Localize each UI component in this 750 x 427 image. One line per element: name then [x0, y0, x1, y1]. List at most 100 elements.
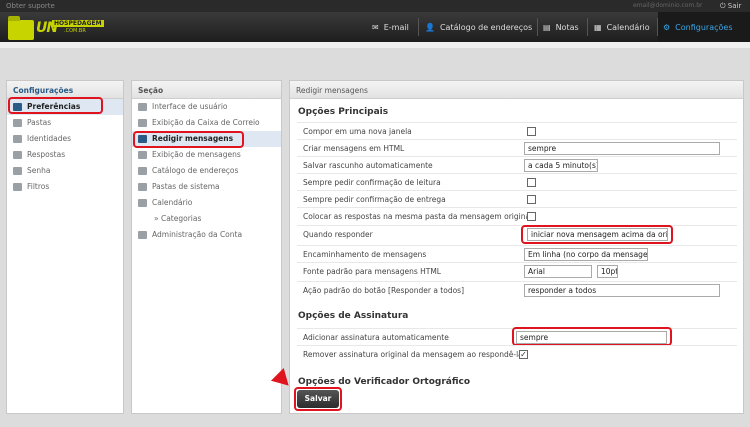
row-label: Quando responder: [303, 230, 373, 239]
section-item-account-admin[interactable]: Administração da Conta: [132, 227, 281, 243]
highlight-reply-mode: [521, 225, 673, 244]
nav-notes[interactable]: ▤ Notas: [543, 12, 579, 42]
nav-email[interactable]: ✉ E-mail: [372, 12, 409, 42]
row-label: Ação padrão do botão [Responder a todos]: [303, 286, 465, 295]
section-item-label: Calendário: [152, 198, 193, 207]
logo[interactable]: UN HOSPEDAGEM .COM.BR: [6, 14, 104, 42]
content-title: Redigir mensagens: [290, 81, 743, 99]
nav-address-book[interactable]: 👤 Catálogo de endereços: [425, 12, 532, 42]
highlight-preferences: [8, 97, 103, 114]
row-forwarding: Encaminhamento de mensagens Em linha (no…: [297, 245, 737, 262]
filter-icon: [13, 183, 22, 191]
reply-same-folder-checkbox[interactable]: [527, 212, 536, 221]
section-item-addressbook[interactable]: Catálogo de endereços: [132, 163, 281, 179]
config-panel: Configurações Preferências Pastas Identi…: [6, 80, 124, 414]
row-delivery-receipt: Sempre pedir confirmação de entrega: [297, 190, 737, 207]
key-icon: [13, 167, 22, 175]
row-autosave: Salvar rascunho automaticamente a cada 5…: [297, 156, 737, 173]
config-item-folders[interactable]: Pastas: [7, 115, 123, 131]
section-item-label: Administração da Conta: [152, 230, 243, 239]
section-item-label: Interface de usuário: [152, 102, 228, 111]
section-item-label: Catálogo de endereços: [152, 166, 239, 175]
main-options-title: Opções Principais: [298, 107, 389, 117]
logout-link[interactable]: ⏻ Sair: [720, 2, 741, 11]
signature-options-title: Opções de Assinatura: [298, 311, 409, 321]
envelope-icon: ✉: [372, 22, 379, 32]
font-family-select[interactable]: Arial: [524, 265, 592, 278]
nav-calendar-label: Calendário: [606, 22, 650, 32]
identity-icon: [13, 135, 22, 143]
person-icon: 👤: [425, 22, 435, 32]
section-item-label: Pastas de sistema: [152, 182, 220, 191]
row-html-compose: Criar mensagens em HTML sempre: [297, 139, 737, 156]
nav-address-book-label: Catálogo de endereços: [439, 22, 533, 32]
row-label: Sempre pedir confirmação de leitura: [303, 178, 441, 187]
document-icon: [13, 151, 22, 159]
header-subbar: [0, 42, 750, 48]
section-item-label: Exibição da Caixa de Correio: [152, 118, 260, 127]
row-compose-new-window: Compor em uma nova janela: [297, 122, 737, 139]
row-label: Encaminhamento de mensagens: [303, 250, 427, 259]
row-label: Sempre pedir confirmação de entrega: [303, 195, 446, 204]
section-item-mailbox[interactable]: Exibição da Caixa de Correio: [132, 115, 281, 131]
font-size-select[interactable]: 10pt: [597, 265, 618, 278]
calendar-icon: [138, 199, 147, 207]
spellcheck-options-title: Opções do Verificador Ortográfico: [298, 377, 471, 387]
config-item-label: Senha: [27, 166, 51, 175]
section-item-label: Exibição de mensagens: [152, 150, 241, 159]
row-reply-same-folder: Colocar as respostas na mesma pasta da m…: [297, 207, 737, 224]
support-link[interactable]: Obter suporte: [6, 2, 55, 10]
compose-new-window-checkbox[interactable]: [527, 127, 536, 136]
config-item-filters[interactable]: Filtros: [7, 179, 123, 195]
nav-divider: [418, 18, 419, 36]
logout-label: Sair: [727, 2, 742, 10]
section-item-calendar[interactable]: Calendário: [132, 195, 281, 211]
highlight-save: [294, 387, 342, 411]
config-item-responses[interactable]: Respostas: [7, 147, 123, 163]
nav-notes-label: Notas: [555, 22, 579, 32]
nav-settings[interactable]: ⚙ Configurações: [658, 12, 750, 42]
nav-email-label: E-mail: [383, 22, 409, 32]
row-label: Adicionar assinatura automaticamente: [303, 333, 449, 342]
row-label: Fonte padrão para mensagens HTML: [303, 267, 441, 276]
nav-calendar[interactable]: ▦ Calendário: [594, 12, 650, 42]
section-panel-title: Seção: [132, 81, 281, 99]
section-item-categories[interactable]: » Categorias: [132, 211, 281, 227]
section-item-label: » Categorias: [154, 214, 202, 223]
config-item-label: Pastas: [27, 118, 52, 127]
config-item-label: Respostas: [27, 150, 66, 159]
config-item-password[interactable]: Senha: [7, 163, 123, 179]
user-email: email@dominio.com.br: [633, 2, 703, 9]
delivery-receipt-checkbox[interactable]: [527, 195, 536, 204]
calendar-icon: ▦: [594, 22, 602, 32]
top-bar: Obter suporte email@dominio.com.br ⏻ Sai…: [0, 0, 750, 12]
highlight-compose: [133, 131, 244, 148]
row-label: Remover assinatura original da mensagem …: [303, 350, 523, 359]
row-label: Criar mensagens em HTML: [303, 144, 405, 153]
logo-sub: HOSPEDAGEM: [52, 20, 104, 27]
folder-icon: [13, 119, 22, 127]
nav-divider: [537, 18, 538, 36]
reply-all-select[interactable]: responder a todos: [524, 284, 720, 297]
section-item-system-folders[interactable]: Pastas de sistema: [132, 179, 281, 195]
folder-logo-icon: [8, 16, 34, 40]
html-compose-select[interactable]: sempre: [524, 142, 720, 155]
remove-signature-checkbox[interactable]: ✓: [519, 350, 528, 359]
row-default-font: Fonte padrão para mensagens HTML Arial 1…: [297, 262, 737, 279]
highlight-auto-signature: [512, 327, 672, 346]
section-item-ui[interactable]: Interface de usuário: [132, 99, 281, 115]
forwarding-select[interactable]: Em linha (no corpo da mensagem): [524, 248, 648, 261]
config-item-identities[interactable]: Identidades: [7, 131, 123, 147]
folder-icon: [138, 183, 147, 191]
message-icon: [138, 151, 147, 159]
autosave-select[interactable]: a cada 5 minuto(s): [524, 159, 598, 172]
logo-sub2: .COM.BR: [64, 28, 86, 34]
header: UN HOSPEDAGEM .COM.BR ✉ E-mail 👤 Catálogo …: [0, 12, 750, 42]
nav-settings-label: Configurações: [675, 22, 733, 32]
window-icon: [138, 103, 147, 111]
read-receipt-checkbox[interactable]: [527, 178, 536, 187]
notes-icon: ▤: [543, 22, 551, 32]
config-item-label: Filtros: [27, 182, 50, 191]
section-item-message-view[interactable]: Exibição de mensagens: [132, 147, 281, 163]
config-item-label: Identidades: [27, 134, 72, 143]
